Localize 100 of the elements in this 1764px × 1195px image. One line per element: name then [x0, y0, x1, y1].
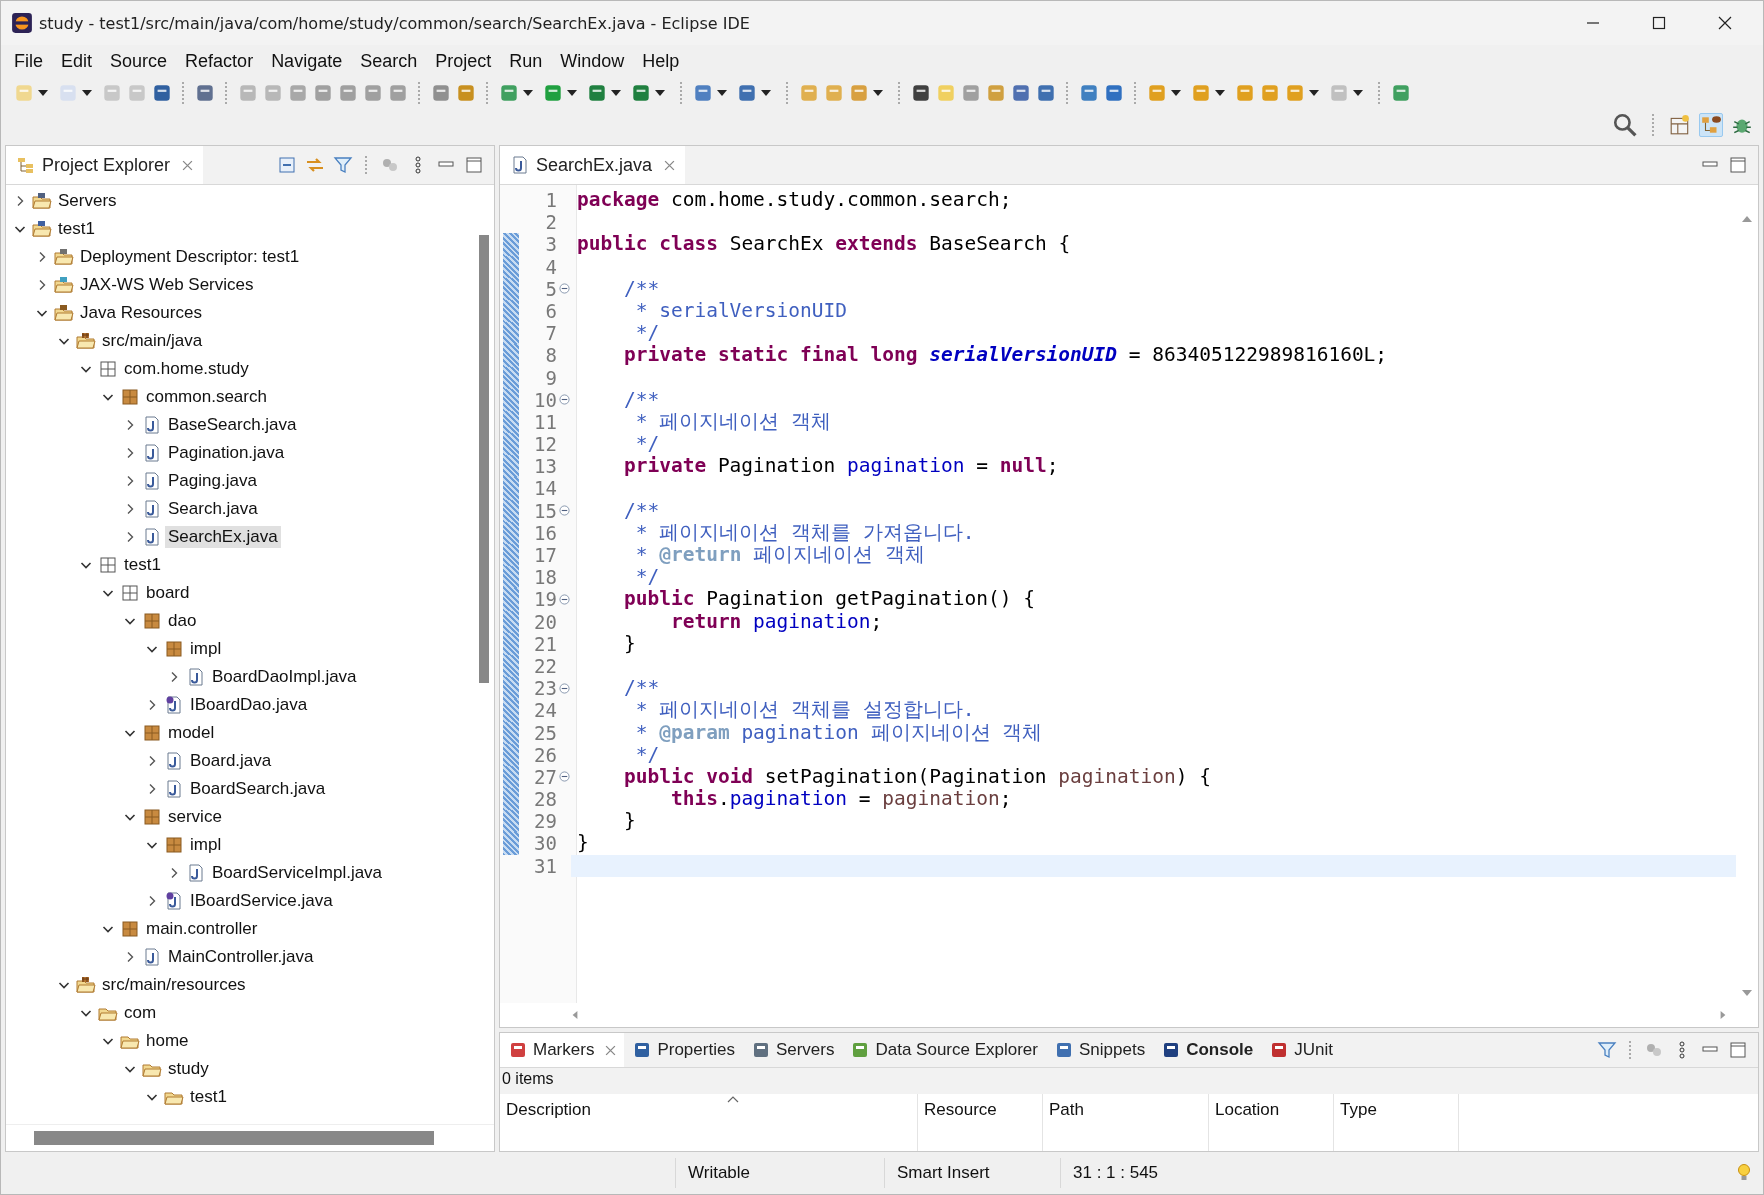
collapse-icon[interactable] [558, 394, 570, 406]
tree-item[interactable]: Board.java [187, 750, 275, 772]
tree-item[interactable]: Deployment Descriptor: test1 [77, 246, 303, 268]
tree-item[interactable]: test1 [121, 554, 164, 576]
tree-item[interactable]: com [121, 1002, 160, 1024]
view-tab[interactable]: Markers [500, 1033, 625, 1067]
caret-icon[interactable] [1215, 90, 1225, 96]
caret-icon[interactable] [567, 90, 577, 96]
line-number: 16 [533, 521, 557, 544]
code-line: /** [622, 387, 660, 411]
filter-icon[interactable] [1597, 1040, 1617, 1060]
project-explorer-tab[interactable]: Project Explorer [6, 146, 204, 184]
column-header[interactable]: Description [500, 1094, 918, 1151]
open-perspective-icon[interactable] [1669, 114, 1691, 136]
tree-item[interactable]: test1 [187, 1086, 230, 1108]
view-tab[interactable]: Snippets [1046, 1033, 1154, 1067]
tree-item[interactable]: test1 [55, 218, 98, 240]
collapse-icon[interactable] [558, 505, 570, 517]
caret-icon[interactable] [611, 90, 621, 96]
tree-item[interactable]: home [143, 1030, 192, 1052]
tree-item[interactable]: BaseSearch.java [165, 414, 300, 436]
tree-item[interactable]: Pagination.java [165, 442, 288, 464]
caret-icon[interactable] [82, 90, 92, 96]
collapse-icon[interactable] [558, 593, 570, 605]
tree-item[interactable]: Java Resources [77, 302, 205, 324]
filter-icon[interactable] [333, 155, 353, 175]
tree-item[interactable]: impl [187, 834, 225, 856]
view-tab[interactable]: Servers [742, 1033, 843, 1067]
tree-item[interactable]: com.home.study [121, 358, 252, 380]
java-file-icon [142, 947, 162, 967]
snippets-icon [1054, 1040, 1074, 1060]
tree-item[interactable]: IBoardDao.java [187, 694, 311, 716]
caret-icon[interactable] [1353, 90, 1363, 96]
line-number: 18 [533, 566, 557, 589]
caret-icon[interactable] [523, 90, 533, 96]
caret-icon[interactable] [761, 90, 771, 96]
tree-item[interactable]: src/main/java [99, 330, 206, 352]
menu-item[interactable]: Search [351, 47, 427, 75]
tree-item[interactable]: MainController.java [165, 946, 317, 968]
view-tab[interactable]: Data Source Explorer [842, 1033, 1046, 1067]
collapse-icon[interactable] [558, 682, 570, 694]
scrollbar-thumb[interactable] [34, 1131, 434, 1145]
scrollbar-thumb[interactable] [479, 235, 489, 683]
tree-item[interactable]: Servers [55, 190, 120, 212]
tree-item[interactable]: Search.java [165, 498, 261, 520]
menu-item[interactable]: File [5, 47, 52, 75]
collapse-all-icon[interactable] [277, 155, 297, 175]
package-icon [98, 359, 118, 379]
tree-item[interactable]: BoardDaoImpl.java [209, 666, 360, 688]
tree-item[interactable]: impl [187, 638, 225, 660]
scroll-down-icon[interactable] [1742, 989, 1752, 997]
tree-item[interactable]: service [165, 806, 225, 828]
menu-item[interactable]: Help [633, 47, 689, 75]
view-tab[interactable]: Console [1153, 1033, 1262, 1067]
menu-item[interactable]: Navigate [262, 47, 352, 75]
code-line: */ [634, 432, 660, 456]
package-icon [142, 723, 162, 743]
tree-item[interactable]: common.search [143, 386, 270, 408]
caret-icon[interactable] [1171, 90, 1181, 96]
tree-item[interactable]: main.controller [143, 918, 261, 940]
collapse-icon[interactable] [558, 771, 570, 783]
tree-item[interactable]: IBoardService.java [187, 890, 336, 912]
close-icon[interactable] [1717, 15, 1733, 31]
tree-item[interactable]: Paging.java [165, 470, 260, 492]
tree-item[interactable]: BoardServiceImpl.java [209, 862, 386, 884]
column-header[interactable]: Resource [918, 1094, 1043, 1151]
scroll-left-icon[interactable] [570, 1011, 580, 1019]
tree-item[interactable]: dao [165, 610, 200, 632]
view-tab[interactable]: JUnit [1261, 1033, 1341, 1067]
scroll-up-icon[interactable] [1742, 215, 1752, 223]
code-line: } [622, 809, 636, 833]
editor-tab[interactable]: SearchEx.java [500, 146, 686, 184]
caret-icon[interactable] [873, 90, 883, 96]
menu-item[interactable]: Edit [52, 47, 102, 75]
scroll-right-icon[interactable] [1718, 1011, 1728, 1019]
caret-icon[interactable] [717, 90, 727, 96]
menu-item[interactable]: Source [101, 47, 177, 75]
caret-icon[interactable] [655, 90, 665, 96]
maximize-icon[interactable] [1651, 15, 1667, 31]
tree-item[interactable]: model [165, 722, 218, 744]
menu-item[interactable]: Window [551, 47, 634, 75]
caret-icon[interactable] [38, 90, 48, 96]
collapse-icon[interactable] [558, 283, 570, 295]
column-header[interactable]: Location [1209, 1094, 1334, 1151]
search-icon[interactable] [1612, 112, 1638, 138]
tree-item[interactable]: board [143, 582, 193, 604]
tree-item[interactable]: src/main/resources [99, 974, 249, 996]
menu-item[interactable]: Project [426, 47, 501, 75]
java-ee-perspective-icon[interactable] [1699, 113, 1723, 137]
view-tab[interactable]: Properties [624, 1033, 743, 1067]
menu-item[interactable]: Run [500, 47, 552, 75]
tree-item[interactable]: study [165, 1058, 212, 1080]
tree-item[interactable]: BoardSearch.java [187, 778, 329, 800]
menu-item[interactable]: Refactor [176, 47, 263, 75]
markers-icon [508, 1040, 528, 1060]
column-header[interactable]: Path [1043, 1094, 1209, 1151]
column-header[interactable]: Type [1334, 1094, 1459, 1151]
tree-item[interactable]: SearchEx.java [165, 526, 281, 548]
tree-item[interactable]: JAX-WS Web Services [77, 274, 257, 296]
caret-icon[interactable] [1309, 90, 1319, 96]
